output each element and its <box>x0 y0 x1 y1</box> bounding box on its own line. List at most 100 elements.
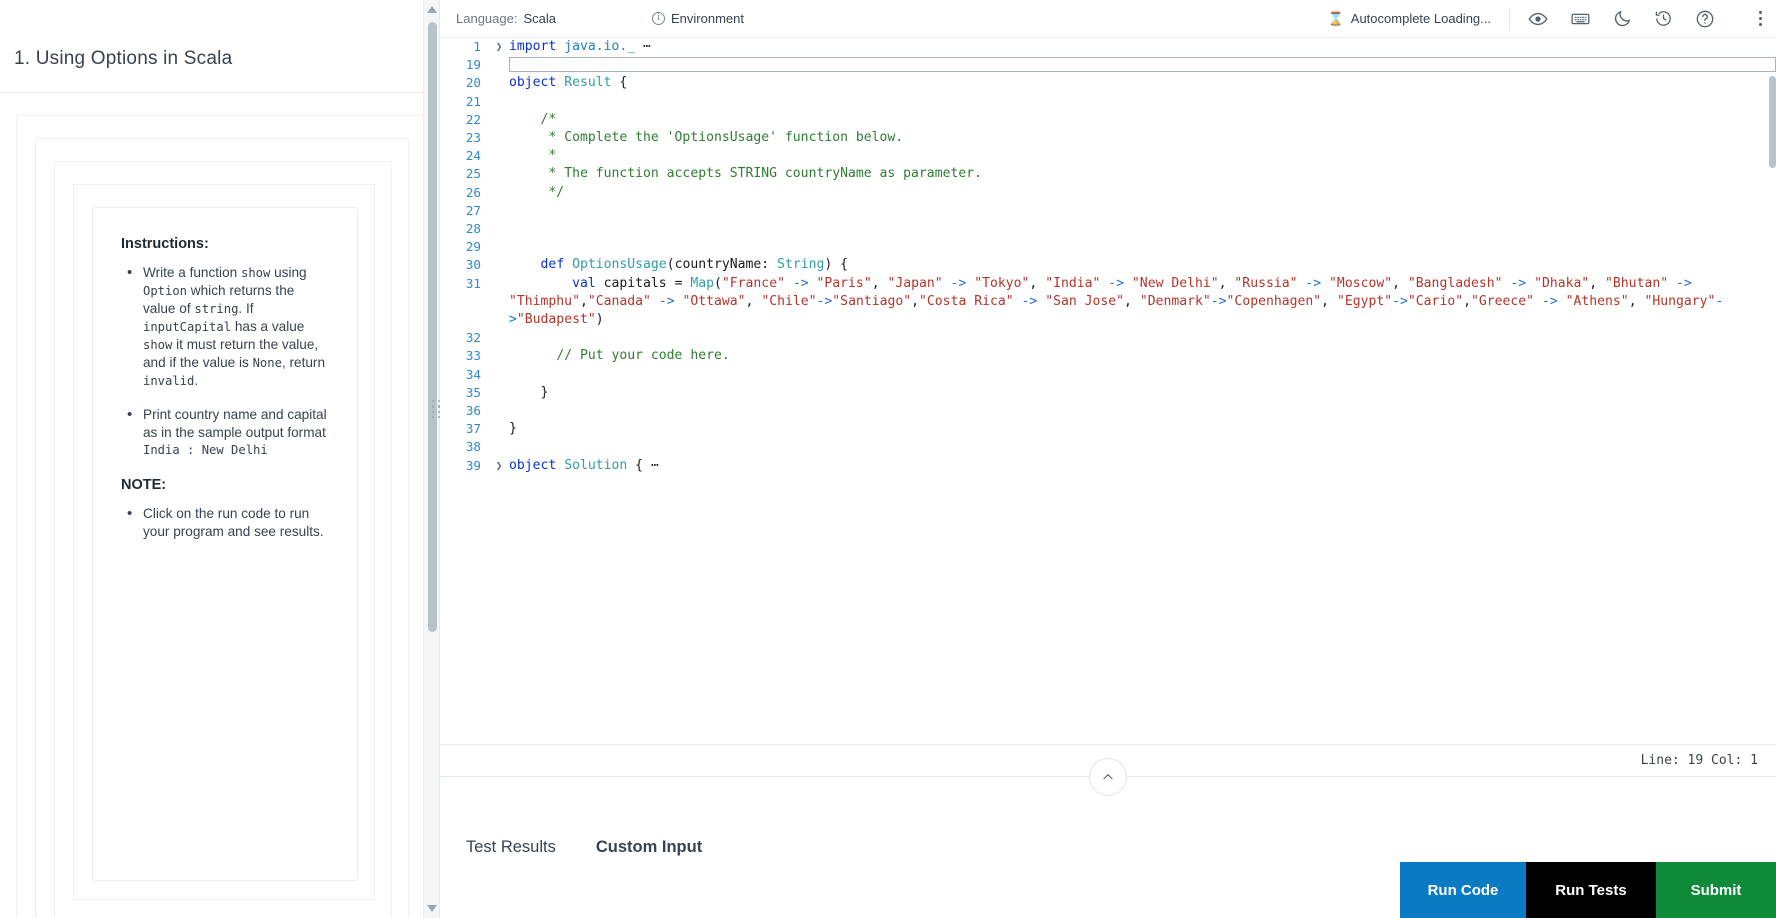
help-icon[interactable] <box>1695 9 1715 29</box>
code-line[interactable]: 21 <box>440 93 1776 111</box>
tab-custom-input[interactable]: Custom Input <box>596 838 702 857</box>
code-line[interactable]: 28 <box>440 220 1776 238</box>
code-token: "Santiago" <box>832 293 912 309</box>
line-number: 39 <box>465 457 481 473</box>
code-token: * The function accepts STRING countryNam… <box>509 166 982 182</box>
language-label: Language: <box>456 11 518 26</box>
moon-icon[interactable] <box>1613 9 1632 28</box>
code-line[interactable]: 35 } <box>440 384 1776 402</box>
scroll-up-arrow-icon[interactable] <box>427 6 437 13</box>
code-text[interactable]: */ <box>506 184 1776 202</box>
code-line[interactable]: 36 <box>440 402 1776 420</box>
code-text[interactable]: * <box>506 147 1776 165</box>
code-line[interactable]: 26 */ <box>440 184 1776 202</box>
code-line[interactable]: 23 * Complete the 'OptionsUsage' functio… <box>440 129 1776 147</box>
code-text[interactable]: } <box>506 384 1776 402</box>
submit-button[interactable]: Submit <box>1656 862 1776 918</box>
code-text[interactable]: object Solution { ⋯ <box>506 457 1776 475</box>
tab-test-results[interactable]: Test Results <box>466 838 556 857</box>
scroll-down-arrow-icon[interactable] <box>427 905 437 912</box>
language-selector[interactable]: Language: Scala <box>456 11 556 26</box>
code-token: ⋯ <box>635 39 651 54</box>
code-text[interactable] <box>506 56 1776 74</box>
code-text[interactable] <box>506 366 1776 384</box>
code-line[interactable]: 30 def OptionsUsage(countryName: String)… <box>440 256 1776 274</box>
history-icon[interactable] <box>1654 9 1673 28</box>
line-number: 21 <box>465 93 481 109</box>
autocomplete-status-label: Autocomplete Loading... <box>1350 11 1491 26</box>
code-line[interactable]: 38 <box>440 438 1776 456</box>
code-text[interactable] <box>506 329 1776 347</box>
code-token: -> <box>1668 275 1700 291</box>
keyboard-icon[interactable] <box>1570 9 1591 29</box>
scrollbar-thumb[interactable] <box>428 22 437 632</box>
code-line[interactable]: 25 * The function accepts STRING country… <box>440 165 1776 183</box>
code-line[interactable]: 24 * <box>440 147 1776 165</box>
hourglass-icon: ⌛ <box>1327 10 1344 26</box>
code-text[interactable]: object Result { <box>506 74 1776 92</box>
code-text[interactable]: val capitals = Map("France" -> "Paris", … <box>506 275 1776 330</box>
code-token: ⋯ <box>650 457 659 473</box>
fold-toggle-icon[interactable]: ❯ <box>492 457 506 475</box>
code-text[interactable]: * Complete the 'OptionsUsage' function b… <box>506 129 1776 147</box>
run-code-button[interactable]: Run Code <box>1400 862 1526 918</box>
code-text[interactable] <box>506 93 1776 111</box>
code-text[interactable]: * The function accepts STRING countryNam… <box>506 165 1776 183</box>
code-text[interactable] <box>506 202 1776 220</box>
code-text[interactable] <box>506 438 1776 456</box>
line-number: 1 <box>473 39 481 54</box>
collapse-panel-button[interactable] <box>1089 758 1127 796</box>
instructions-heading: Instructions: <box>121 236 209 252</box>
code-token: "Ottawa" <box>682 293 746 309</box>
code-line[interactable]: 1 ❯ import java.io._ ⋯ <box>440 38 1776 56</box>
fold-toggle-icon[interactable]: ❯ <box>492 38 506 56</box>
code-text[interactable]: } <box>506 420 1776 438</box>
left-panel-scrollbar[interactable] <box>423 0 439 918</box>
code-text[interactable]: import java.io._ ⋯ <box>506 38 1776 56</box>
code-text[interactable] <box>506 220 1776 238</box>
environment-button[interactable]: i Environment <box>651 11 744 26</box>
code-line[interactable]: 22 /* <box>440 111 1776 129</box>
code-line[interactable]: 31 val capitals = Map("France" -> "Paris… <box>440 275 1776 330</box>
code-line[interactable]: 27 <box>440 202 1776 220</box>
code-token: "New Delhi" <box>1131 275 1219 291</box>
eye-icon[interactable] <box>1528 9 1548 29</box>
line-number: 23 <box>465 130 481 146</box>
code-line[interactable]: 39 ❯ object Solution { ⋯ <box>440 457 1776 475</box>
code-text[interactable] <box>506 238 1776 256</box>
code-lines[interactable]: 1 ❯ import java.io._ ⋯ 19 20 object Result {2… <box>440 38 1776 475</box>
code-line[interactable]: 19 <box>440 56 1776 74</box>
code-line[interactable]: 32 <box>440 329 1776 347</box>
run-tests-button[interactable]: Run Tests <box>1526 862 1656 918</box>
code-text[interactable]: // Put your code here. <box>506 347 1776 365</box>
code-line[interactable]: 33 // Put your code here. <box>440 347 1776 365</box>
line-number: 35 <box>465 384 481 400</box>
code-token: -> <box>1534 293 1566 309</box>
more-vertical-icon[interactable] <box>1759 11 1762 26</box>
code-line[interactable]: 34 <box>440 366 1776 384</box>
editor-vertical-scrollbar[interactable] <box>1769 76 1776 168</box>
code-editor[interactable]: 1 ❯ import java.io._ ⋯ 19 20 object Result {2… <box>440 38 1776 744</box>
code-line[interactable]: 20 object Result { <box>440 74 1776 92</box>
text-run: , return <box>281 354 326 370</box>
code-text[interactable]: def OptionsUsage(countryName: String) { <box>506 256 1776 274</box>
code-token: capitals = <box>595 275 691 291</box>
code-line[interactable]: 37} <box>440 420 1776 438</box>
line-number: 38 <box>465 439 481 455</box>
code-token: ( <box>714 275 722 291</box>
code-line[interactable]: 29 <box>440 238 1776 256</box>
code-text[interactable] <box>506 402 1776 420</box>
page-title: 1. Using Options in Scala <box>14 48 233 69</box>
code-token: ) { <box>824 257 849 273</box>
code-token: "Tokyo" <box>974 275 1030 291</box>
code-text[interactable]: /* <box>506 111 1776 129</box>
line-number: 33 <box>465 348 481 364</box>
code-token: "Bangladesh" <box>1407 275 1503 291</box>
